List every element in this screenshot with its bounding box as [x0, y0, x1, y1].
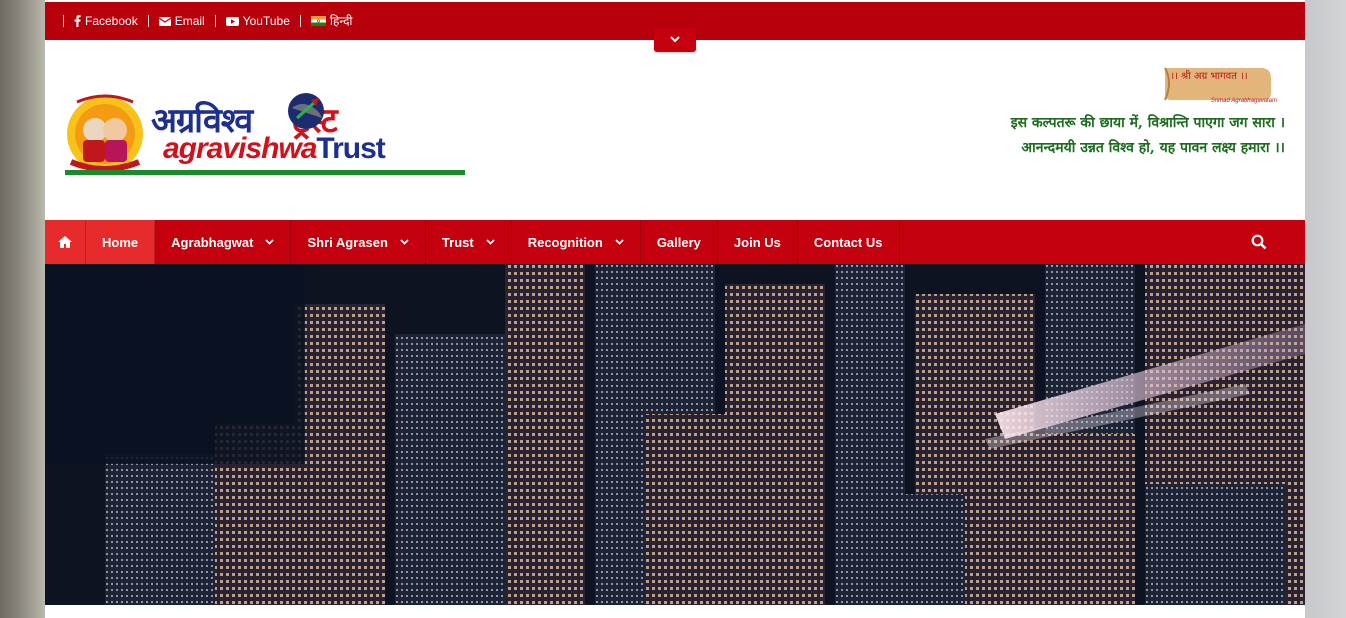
site-logo[interactable]: अग्रविश्वट्रस्ट agravishwaTrust [63, 88, 467, 178]
banner-subtext: Srimad Agrabhagavatam [1210, 98, 1277, 104]
hindi-link[interactable]: हिन्दी [299, 14, 363, 28]
chevron-down-icon [400, 237, 409, 248]
envelope-icon [158, 16, 171, 26]
nav-label: Shri Agrasen [307, 234, 388, 250]
nav-label: Gallery [656, 234, 701, 250]
banner-text: ।। श्री अग्र भागवत ।। [1170, 71, 1248, 82]
nav-item-contact-us[interactable]: Contact Us [798, 220, 900, 264]
email-label: Email [174, 14, 205, 28]
nav-item-join-us[interactable]: Join Us [718, 220, 798, 264]
facebook-label: Facebook [85, 14, 138, 28]
social-links: Facebook Email YouTube हिन्दी [63, 2, 363, 40]
logo-english-text: agravishwaTrust [163, 132, 386, 166]
home-icon [58, 236, 72, 248]
chevron-down-icon [265, 237, 275, 248]
hindi-label: हिन्दी [329, 14, 353, 28]
city-skyline-image [45, 264, 1305, 605]
nav-label: Join Us [733, 234, 781, 250]
nav-label: Agrabhagwat [171, 234, 254, 250]
hero-slider-image[interactable] [45, 264, 1305, 605]
nav-item-home[interactable]: Home [86, 220, 156, 264]
nav-label: Trust [441, 234, 474, 250]
logo-eng-a: agravishwa [163, 132, 317, 165]
nav-label: Recognition [527, 234, 603, 250]
nav-item-trust[interactable]: Trust [426, 220, 512, 264]
deity-emblem-icon [67, 94, 143, 172]
agrabhagwat-banner: ।। श्री अग्र भागवत ।। Srimad Agrabhagava… [1159, 64, 1277, 104]
tagline-line2: आनन्दमयी उन्नत विश्व हो, यह पावन लक्ष्य … [1021, 140, 1285, 156]
site-header: अग्रविश्वट्रस्ट agravishwaTrust ।। श्री … [45, 40, 1305, 220]
chevron-down-icon [615, 237, 624, 248]
youtube-icon [225, 16, 239, 26]
india-flag-icon [310, 16, 326, 26]
chevron-down-icon [486, 237, 495, 248]
youtube-link[interactable]: YouTube [214, 14, 300, 28]
nav-item-shri-agrasen[interactable]: Shri Agrasen [291, 220, 426, 264]
youtube-label: YouTube [242, 14, 290, 28]
nav-item-agrabhagwat[interactable]: Agrabhagwat [155, 220, 292, 264]
home-icon-button[interactable] [45, 220, 86, 264]
logo-underline [65, 170, 465, 175]
nav-label: Home [102, 234, 139, 250]
nav-item-gallery[interactable]: Gallery [641, 220, 718, 264]
nav-label: Contact Us [813, 234, 883, 250]
topbar-toggle-button[interactable] [654, 28, 696, 52]
search-button[interactable] [1251, 234, 1267, 250]
chevron-down-icon [670, 35, 680, 46]
email-link[interactable]: Email [147, 14, 215, 28]
nav-item-recognition[interactable]: Recognition [512, 220, 641, 264]
globe-icon [288, 93, 324, 129]
header-tagline: ।। श्री अग्र भागवत ।। Srimad Agrabhagava… [1011, 64, 1285, 157]
page-wrapper: Facebook Email YouTube हिन्दी अग्रविश्व … [45, 0, 1305, 618]
facebook-icon [74, 15, 81, 27]
tagline-line1: इस कल्पतरू की छाया में, विश्रान्ति पाएगा… [1010, 115, 1285, 131]
logo-eng-b: Trust [316, 132, 385, 165]
facebook-link[interactable]: Facebook [63, 15, 148, 27]
main-nav: Home Agrabhagwat Shri Agrasen Trust Reco… [45, 220, 1305, 264]
search-icon [1251, 234, 1267, 250]
